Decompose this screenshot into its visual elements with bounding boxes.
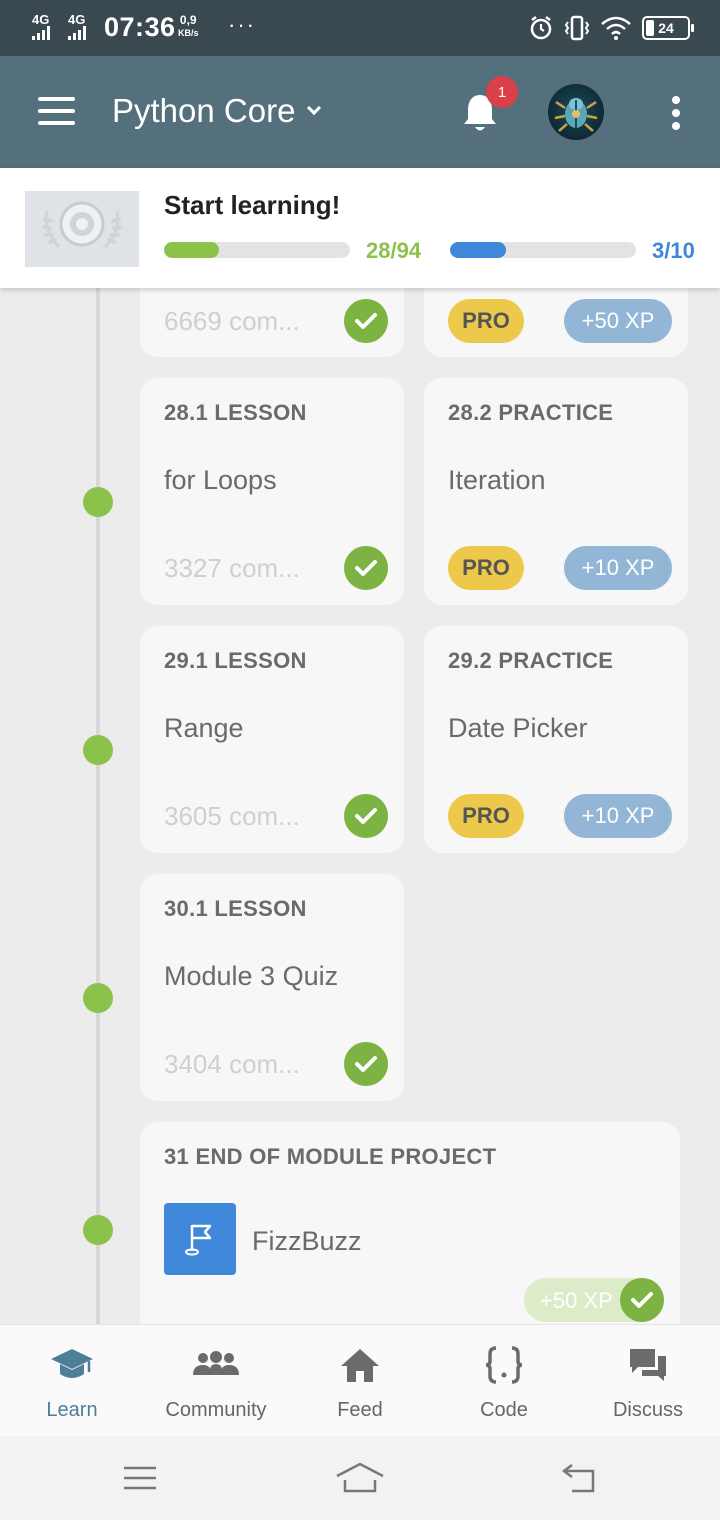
nav-label: Code (480, 1399, 528, 1421)
certificate-thumbnail (25, 191, 139, 267)
lesson-kicker: 30.1 LESSON (164, 896, 307, 921)
lessons-progress-label: 28/94 (366, 238, 422, 263)
bottom-navigation: Learn Community Feed Code Discuss (0, 1324, 720, 1436)
menu-button[interactable] (38, 97, 75, 125)
back-arrow-icon (561, 1464, 595, 1493)
braces-icon (485, 1345, 523, 1385)
back-button[interactable] (548, 1456, 608, 1500)
practice-kicker: 29.2 PRACTICE (448, 648, 614, 673)
pro-badge: PRO (448, 546, 524, 590)
completed-check-icon (620, 1278, 664, 1322)
home-icon (339, 1345, 381, 1385)
status-bar: 4G 4G 07:36 0,9 KB/s ··· 24 (0, 0, 720, 56)
lesson-title: for Loops (164, 465, 277, 495)
network-speed: 0,9 KB/s (178, 14, 199, 40)
pro-badge: PRO (448, 299, 524, 343)
project-xp-pill: +50 XP (524, 1278, 664, 1322)
completed-check-icon (344, 794, 388, 838)
lesson-card[interactable]: 30.1 LESSON Module 3 Quiz 3404 com... (140, 874, 404, 1101)
nav-learn[interactable]: Learn (0, 1325, 144, 1437)
lesson-card[interactable]: 29.1 LESSON Range 3605 com... (140, 626, 404, 853)
project-kicker: 31 END OF MODULE PROJECT (164, 1144, 497, 1169)
avatar[interactable] (548, 84, 604, 140)
practice-kicker: 28.2 PRACTICE (448, 400, 614, 425)
practice-title: Date Picker (448, 713, 588, 743)
more-notifications: ··· (228, 12, 256, 37)
nav-community[interactable]: Community (144, 1325, 288, 1437)
battery-icon: 24 (642, 16, 694, 40)
project-card[interactable]: 31 END OF MODULE PROJECT FizzBuzz +50 XP (140, 1122, 680, 1342)
timeline-dot (83, 487, 113, 517)
nav-label: Feed (337, 1399, 383, 1421)
wifi-icon (601, 16, 631, 40)
lesson-title: Range (164, 713, 244, 743)
speed-unit: KB/s (178, 28, 199, 38)
signal-bars-icon (68, 26, 86, 40)
vibrate-icon (564, 15, 590, 41)
modules-progress-label: 3/10 (652, 238, 695, 263)
course-progress-header[interactable]: Start learning! 28/94 3/10 (0, 168, 720, 288)
recent-apps-icon (124, 1466, 156, 1490)
avatar-beetle-icon (554, 98, 598, 132)
lessons-progress-bar (164, 242, 350, 258)
pro-badge: PRO (448, 794, 524, 838)
course-selector[interactable]: Python Core (112, 92, 322, 130)
timeline-dot (83, 983, 113, 1013)
progress-title: Start learning! (164, 190, 341, 220)
overflow-menu-button[interactable] (670, 96, 682, 130)
timeline-dot (83, 735, 113, 765)
xp-badge: +10 XP (564, 546, 672, 590)
network-type-1: 4G (32, 12, 50, 27)
nav-label: Discuss (612, 1399, 683, 1421)
comment-count: 3605 com... (164, 801, 300, 831)
signal-1: 4G (32, 12, 50, 40)
people-icon (191, 1345, 241, 1385)
system-navigation-bar (0, 1436, 720, 1520)
nav-feed[interactable]: Feed (288, 1325, 432, 1437)
completed-check-icon (344, 299, 388, 343)
signal-2: 4G (68, 12, 86, 40)
nav-code[interactable]: Code (432, 1325, 576, 1437)
system-home-icon (336, 1462, 384, 1493)
course-title: Python Core (112, 92, 296, 129)
alarm-icon (530, 16, 552, 40)
nav-label: Community (165, 1399, 267, 1421)
practice-card[interactable]: 29.2 PRACTICE Date Picker PRO +10 XP (424, 626, 688, 853)
signal-bars-icon (32, 26, 50, 40)
chevron-down-icon (307, 100, 322, 116)
chat-bubbles-icon (627, 1345, 669, 1385)
timeline-line (96, 288, 100, 1328)
comment-count: 3404 com... (164, 1049, 300, 1079)
nav-label: Learn (46, 1399, 98, 1421)
comment-count: 3327 com... (164, 553, 300, 583)
practice-card[interactable]: 28.2 PRACTICE Iteration PRO +10 XP (424, 378, 688, 605)
nav-discuss[interactable]: Discuss (576, 1325, 720, 1437)
laurel-badge-icon (42, 201, 122, 249)
lesson-title: Module 3 Quiz (164, 961, 339, 991)
speed-value: 0,9 (179, 13, 197, 27)
app-bar: Python Core 1 (0, 56, 720, 168)
xp-badge: +50 XP (564, 299, 672, 343)
practice-title: Iteration (448, 465, 546, 495)
completed-check-icon (344, 546, 388, 590)
lesson-kicker: 28.1 LESSON (164, 400, 307, 425)
timeline-dot (83, 1215, 113, 1245)
network-type-2: 4G (68, 12, 86, 27)
xp-badge: +50 XP (540, 1288, 613, 1313)
flag-icon (164, 1203, 236, 1275)
xp-badge: +10 XP (564, 794, 672, 838)
graduation-cap-icon (49, 1345, 95, 1385)
recent-apps-button[interactable] (110, 1456, 170, 1500)
status-icons: 24 (528, 14, 694, 42)
battery-level: 24 (658, 20, 674, 36)
clock: 07:36 (104, 12, 176, 42)
notification-badge: 1 (486, 76, 518, 108)
completed-check-icon (344, 1042, 388, 1086)
lesson-card[interactable]: 28.1 LESSON for Loops 3327 com... (140, 378, 404, 605)
modules-progress-bar (450, 242, 636, 258)
comment-count: 6669 com... (164, 306, 300, 336)
project-title: FizzBuzz (252, 1226, 362, 1256)
home-button[interactable] (330, 1456, 390, 1500)
lesson-kicker: 29.1 LESSON (164, 648, 307, 673)
